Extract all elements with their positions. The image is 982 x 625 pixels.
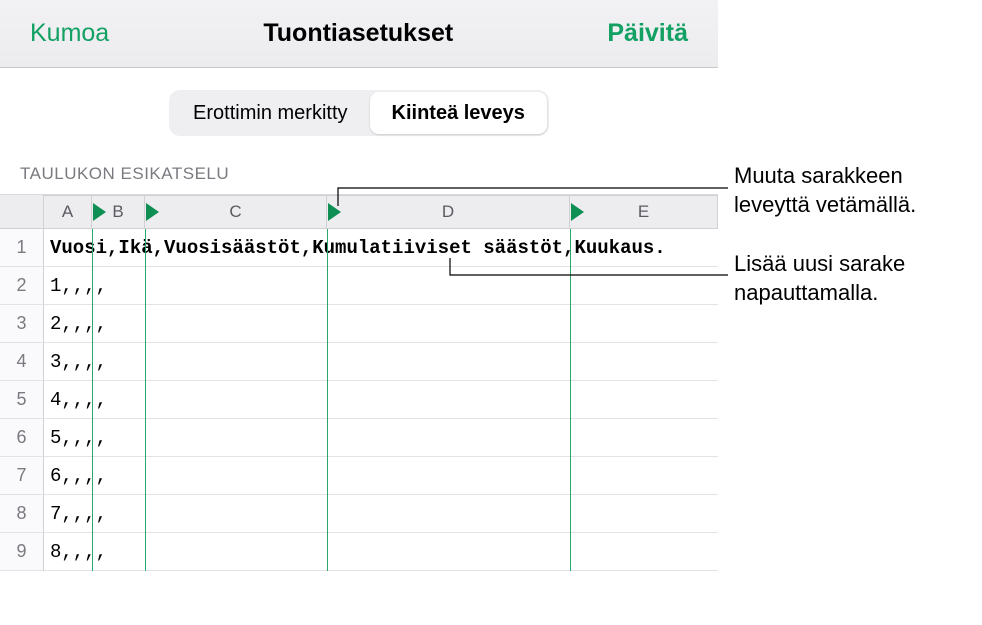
callout-leaders — [0, 0, 982, 620]
